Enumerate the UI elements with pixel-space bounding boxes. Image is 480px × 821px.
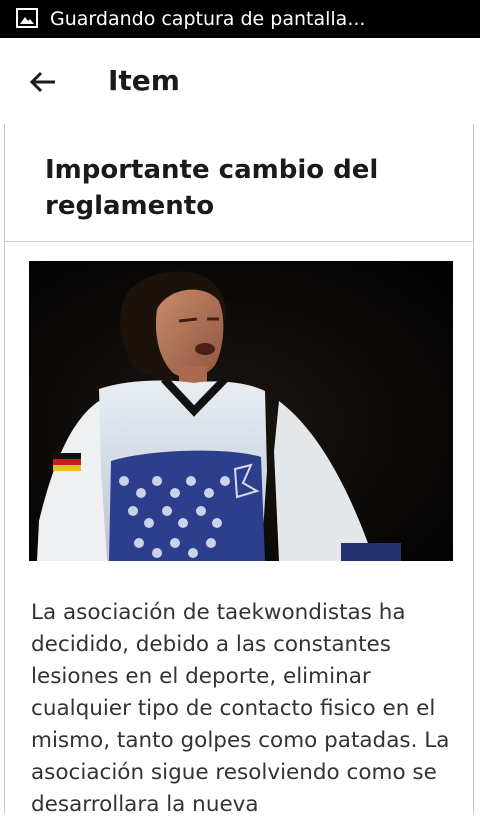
article-card: Importante cambio del reglamento La asoc… — [4, 124, 474, 817]
page-title: Item — [108, 64, 180, 97]
back-button[interactable] — [24, 62, 64, 102]
article-image — [29, 261, 453, 561]
article-title: Importante cambio del reglamento — [45, 155, 379, 221]
arrow-back-icon — [29, 71, 55, 93]
article-body: La asociación de taekwondistas ha decidi… — [31, 600, 450, 817]
image-icon — [16, 8, 38, 28]
divider — [5, 241, 473, 242]
status-bar: Guardando captura de pantalla... — [0, 0, 480, 38]
app-bar: Item — [0, 38, 480, 124]
status-notification-text: Guardando captura de pantalla... — [50, 8, 366, 30]
